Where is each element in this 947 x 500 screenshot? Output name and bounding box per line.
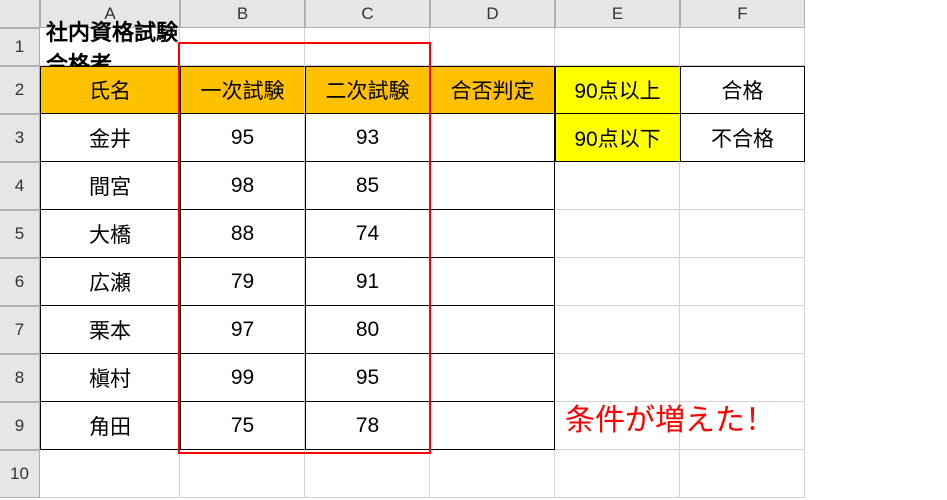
cell-C3[interactable]: 93 <box>305 114 430 162</box>
cell-F2[interactable]: 合格 <box>680 66 805 114</box>
cell-F3[interactable]: 不合格 <box>680 114 805 162</box>
cell-D10[interactable] <box>430 450 555 498</box>
cell-E7[interactable] <box>555 306 680 354</box>
cell-A8[interactable]: 槇村 <box>40 354 180 402</box>
cell-A6[interactable]: 広瀬 <box>40 258 180 306</box>
cell-E2[interactable]: 90点以上 <box>555 66 680 114</box>
cell-D3[interactable] <box>430 114 555 162</box>
col-header-B[interactable]: B <box>180 0 305 28</box>
cell-A2[interactable]: 氏名 <box>40 66 180 114</box>
cell-D4[interactable] <box>430 162 555 210</box>
cell-A5[interactable]: 大橋 <box>40 210 180 258</box>
row-header-1[interactable]: 1 <box>0 28 40 66</box>
spreadsheet-grid: A B C D E F 1 社内資格試験合格者 2 氏名 一次試験 二次試験 合… <box>0 0 947 498</box>
col-header-F[interactable]: F <box>680 0 805 28</box>
cell-A3[interactable]: 金井 <box>40 114 180 162</box>
cell-B2[interactable]: 一次試験 <box>180 66 305 114</box>
cell-C10[interactable] <box>305 450 430 498</box>
cell-F4[interactable] <box>680 162 805 210</box>
cell-A1[interactable]: 社内資格試験合格者 <box>40 28 180 66</box>
cell-A10[interactable] <box>40 450 180 498</box>
cell-C7[interactable]: 80 <box>305 306 430 354</box>
cell-A9[interactable]: 角田 <box>40 402 180 450</box>
cell-B6[interactable]: 79 <box>180 258 305 306</box>
row-header-6[interactable]: 6 <box>0 258 40 306</box>
cell-A4[interactable]: 間宮 <box>40 162 180 210</box>
row-header-4[interactable]: 4 <box>0 162 40 210</box>
cell-B1[interactable] <box>180 28 305 66</box>
cell-A7[interactable]: 栗本 <box>40 306 180 354</box>
row-header-8[interactable]: 8 <box>0 354 40 402</box>
cell-C9[interactable]: 78 <box>305 402 430 450</box>
cell-D9[interactable] <box>430 402 555 450</box>
row-header-2[interactable]: 2 <box>0 66 40 114</box>
cell-C8[interactable]: 95 <box>305 354 430 402</box>
cell-E4[interactable] <box>555 162 680 210</box>
cell-F1[interactable] <box>680 28 805 66</box>
cell-C1[interactable] <box>305 28 430 66</box>
cell-F7[interactable] <box>680 306 805 354</box>
cell-E10[interactable] <box>555 450 680 498</box>
cell-E1[interactable] <box>555 28 680 66</box>
row-header-9[interactable]: 9 <box>0 402 40 450</box>
cell-E5[interactable] <box>555 210 680 258</box>
cell-D5[interactable] <box>430 210 555 258</box>
cell-C4[interactable]: 85 <box>305 162 430 210</box>
cell-C5[interactable]: 74 <box>305 210 430 258</box>
cell-E3[interactable]: 90点以下 <box>555 114 680 162</box>
cell-C6[interactable]: 91 <box>305 258 430 306</box>
col-header-D[interactable]: D <box>430 0 555 28</box>
row-header-3[interactable]: 3 <box>0 114 40 162</box>
row-header-7[interactable]: 7 <box>0 306 40 354</box>
col-header-C[interactable]: C <box>305 0 430 28</box>
cell-D7[interactable] <box>430 306 555 354</box>
col-header-E[interactable]: E <box>555 0 680 28</box>
cell-D1[interactable] <box>430 28 555 66</box>
cell-B3[interactable]: 95 <box>180 114 305 162</box>
cell-F10[interactable] <box>680 450 805 498</box>
cell-F8[interactable] <box>680 354 805 402</box>
cell-F6[interactable] <box>680 258 805 306</box>
cell-D2[interactable]: 合否判定 <box>430 66 555 114</box>
cell-B10[interactable] <box>180 450 305 498</box>
cell-B9[interactable]: 75 <box>180 402 305 450</box>
cell-E9[interactable] <box>555 402 680 450</box>
row-header-10[interactable]: 10 <box>0 450 40 498</box>
cell-E6[interactable] <box>555 258 680 306</box>
select-all-corner[interactable] <box>0 0 40 28</box>
row-header-5[interactable]: 5 <box>0 210 40 258</box>
cell-F5[interactable] <box>680 210 805 258</box>
cell-D8[interactable] <box>430 354 555 402</box>
cell-B5[interactable]: 88 <box>180 210 305 258</box>
cell-F9[interactable] <box>680 402 805 450</box>
cell-D6[interactable] <box>430 258 555 306</box>
cell-C2[interactable]: 二次試験 <box>305 66 430 114</box>
cell-E8[interactable] <box>555 354 680 402</box>
cell-B8[interactable]: 99 <box>180 354 305 402</box>
cell-B7[interactable]: 97 <box>180 306 305 354</box>
cell-B4[interactable]: 98 <box>180 162 305 210</box>
